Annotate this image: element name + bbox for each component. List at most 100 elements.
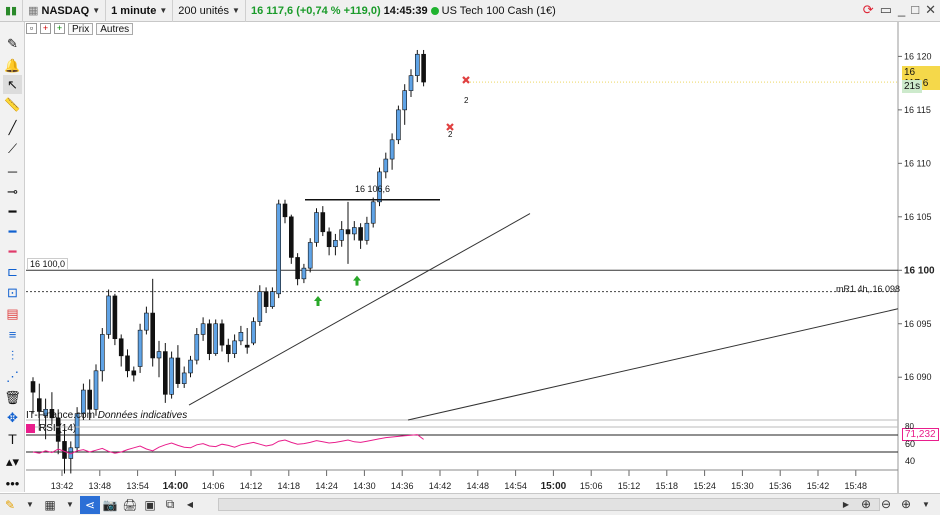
close-icon[interactable]: ✕: [925, 2, 936, 18]
candle-body: [118, 338, 124, 357]
ruler-icon[interactable]: 📏: [3, 95, 22, 114]
candle-body: [244, 344, 250, 348]
candle-body: [276, 203, 282, 295]
rsi-label: RSI (14): [39, 423, 77, 434]
countdown-badge: 21s: [902, 80, 923, 93]
x-tick-label: 14:18: [278, 481, 301, 491]
candle-body: [370, 201, 376, 224]
high-line-label: 16 106,6: [355, 184, 391, 194]
alert-bell-icon[interactable]: 🔔: [3, 56, 22, 75]
units-selector[interactable]: 200 unités ▼: [173, 0, 246, 22]
candle-body: [351, 227, 357, 235]
time-scrollbar[interactable]: [218, 498, 880, 511]
zoom-out-icon[interactable]: ⊖: [876, 495, 896, 513]
ellipsis-icon[interactable]: •••: [3, 474, 22, 493]
units-label: 200 unités: [178, 4, 230, 17]
y-tick-label: 16 090: [904, 372, 932, 382]
clock-time: 14:45:39: [383, 4, 428, 17]
candle-body: [169, 357, 174, 395]
share-icon[interactable]: ⋖: [80, 495, 100, 514]
scroll-left-icon[interactable]: ◀: [180, 496, 200, 514]
pencil-icon[interactable]: ✎: [3, 34, 22, 53]
channel-icon[interactable]: ⊏: [3, 262, 22, 281]
zone-icon[interactable]: ▤: [3, 304, 22, 323]
trash-icon[interactable]: 🗑: [3, 388, 22, 407]
instrument-name: US Tech 100 Cash (1€): [441, 4, 556, 17]
candle-body: [232, 340, 237, 354]
add-drawing-icon[interactable]: +: [54, 23, 65, 34]
chevron-down-icon[interactable]: ▼: [60, 496, 80, 514]
y-tick-label: 16 095: [904, 319, 932, 329]
candle-body: [226, 344, 231, 354]
candle-body: [345, 229, 351, 235]
x-tick-label: 15:42: [807, 481, 830, 491]
candle-body: [213, 323, 218, 354]
rsi-level-40: 40: [905, 456, 916, 466]
more-tools-icon[interactable]: ▴▾: [3, 452, 22, 471]
cross-count: 2: [448, 130, 453, 139]
chevron-down-icon: ▼: [92, 6, 101, 15]
chart-type-selector[interactable]: ▮▮: [0, 0, 24, 22]
rectangle-icon[interactable]: ⊡: [3, 283, 22, 302]
collapse-icon[interactable]: ▫: [26, 23, 37, 34]
x-tick-label: 15:06: [580, 481, 603, 491]
candle-body: [93, 370, 99, 410]
symbol-icon: ▦: [28, 5, 39, 17]
window-controls: ⟳ ▭ _ □ ✕: [863, 2, 936, 18]
interval-selector[interactable]: 1 minute ▼: [106, 0, 174, 22]
horizontal-line-icon[interactable]: ─: [3, 162, 22, 181]
candle-body: [200, 323, 206, 335]
buy-signal-arrow: [353, 275, 361, 286]
minimize-icon[interactable]: _: [898, 2, 905, 18]
x-tick-label: 15:48: [845, 481, 868, 491]
x-tick-label: 15:00: [541, 481, 567, 492]
candle-body: [358, 227, 363, 241]
x-tick-label: 15:18: [656, 481, 679, 491]
hline-dot-icon[interactable]: ⊸: [3, 182, 22, 201]
layout-icon[interactable]: ▣: [140, 496, 160, 514]
candle-body: [282, 203, 288, 218]
price-status: 16 117,6 (+0,74 % +119,0) 14:45:39 US Te…: [246, 0, 561, 22]
fib-fan-icon[interactable]: ⫶: [3, 346, 22, 365]
autres-button[interactable]: Autres: [96, 22, 134, 35]
symbol-selector[interactable]: ▦ NASDAQ ▼: [23, 0, 107, 22]
price-chart[interactable]: 16 120 16 115 16 110 16 105 16 100 16 095 16 0…: [0, 0, 940, 515]
fibonacci-icon[interactable]: ≡: [3, 325, 22, 344]
maximize-icon[interactable]: □: [911, 2, 919, 18]
refresh-icon[interactable]: ⟳: [863, 2, 874, 18]
hline-blue-icon[interactable]: ━: [3, 222, 22, 241]
segment-icon[interactable]: ⟋: [3, 139, 22, 158]
support-trendline: [188, 213, 531, 406]
zoom-in-icon[interactable]: ⊕: [896, 495, 916, 513]
rsi-header[interactable]: RSI (14): [26, 423, 76, 434]
y-tick-label: 16 120: [904, 51, 932, 61]
restore-icon[interactable]: ▭: [880, 2, 892, 18]
draw-color-icon[interactable]: ✎: [0, 496, 20, 514]
palette-icon[interactable]: ▦: [40, 496, 60, 514]
hline-red-icon[interactable]: ━: [3, 242, 22, 261]
camera-icon[interactable]: 📷: [100, 496, 120, 514]
bottom-toolbar: ✎ ▼ ▦ ▼ ⋖ 📷 🖨 ▣ ⧉ ◀ ▶ ⊕ ⊖ ⊕ ▼: [0, 493, 940, 515]
trendline-icon[interactable]: ╱: [3, 118, 22, 137]
hline-handle-icon[interactable]: ━: [3, 202, 22, 221]
prix-button[interactable]: Prix: [68, 22, 94, 35]
window-icon[interactable]: ⧉: [160, 496, 180, 514]
chevron-down-icon: ▼: [232, 6, 240, 15]
candle-body: [131, 370, 137, 376]
candle-body: [421, 53, 426, 83]
cursor-icon[interactable]: ↖: [3, 75, 22, 94]
move-icon[interactable]: ✥: [3, 408, 22, 427]
add-indicator-icon[interactable]: +: [40, 23, 51, 34]
zoom-fit-icon[interactable]: ⊕: [856, 495, 876, 513]
candle-body: [251, 321, 256, 344]
x-tick-label: 14:00: [163, 481, 189, 492]
fib-extension-icon[interactable]: ⋰: [3, 367, 22, 386]
candle-body: [30, 381, 36, 393]
chevron-down-icon[interactable]: ▼: [916, 495, 936, 513]
chevron-down-icon[interactable]: ▼: [20, 496, 40, 514]
scroll-right-icon[interactable]: ▶: [836, 495, 856, 513]
y-tick-label: 16 115: [904, 105, 931, 115]
candle-body: [414, 53, 420, 76]
text-icon[interactable]: Ｔ: [3, 429, 22, 448]
print-icon[interactable]: 🖨: [120, 496, 140, 514]
